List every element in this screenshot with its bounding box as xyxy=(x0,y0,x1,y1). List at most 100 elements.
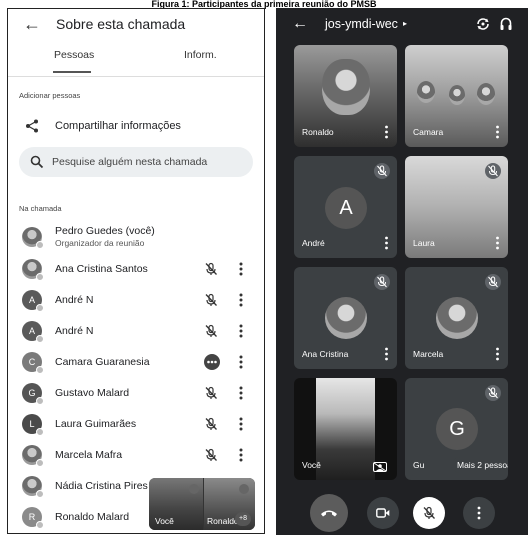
tile-name: Marcela xyxy=(413,349,444,359)
more-vert-icon[interactable] xyxy=(495,347,500,361)
avatar: A xyxy=(22,290,44,312)
visual-effects-icon[interactable] xyxy=(373,462,387,472)
status-dot xyxy=(36,304,44,312)
mini-call-preview[interactable]: Você Ronaldo +8 xyxy=(149,478,255,530)
avatar xyxy=(325,297,367,339)
participant-name: Ronaldo Malard xyxy=(55,511,130,523)
avatar xyxy=(22,476,44,498)
self-view-tile[interactable]: Você xyxy=(294,378,397,480)
mic-off-icon[interactable] xyxy=(204,417,218,431)
back-arrow-icon[interactable]: ← xyxy=(292,15,308,33)
share-info-label: Compartilhar informações xyxy=(55,120,181,132)
mic-off-icon[interactable] xyxy=(204,293,218,307)
share-icon xyxy=(26,119,38,133)
more-vert-icon[interactable] xyxy=(384,125,389,139)
avatar: A xyxy=(22,321,44,343)
call-controls xyxy=(276,490,528,534)
switch-camera-icon[interactable] xyxy=(476,17,490,31)
status-dot xyxy=(36,335,44,343)
avatar xyxy=(436,297,478,339)
microphone-toggle-button[interactable] xyxy=(413,497,445,529)
participant-row[interactable]: Marcela Mafra xyxy=(8,441,264,469)
more-vert-icon[interactable] xyxy=(238,323,244,339)
more-vert-icon[interactable] xyxy=(238,447,244,463)
mic-off-icon[interactable] xyxy=(204,262,218,276)
self-camera-feed xyxy=(316,378,375,480)
participant-row[interactable]: A André N xyxy=(8,317,264,345)
more-vert-icon[interactable] xyxy=(384,347,389,361)
participant-row[interactable]: G Gustavo Malard xyxy=(8,379,264,407)
participant-tile-marcela[interactable]: Marcela xyxy=(405,267,508,369)
participant-tile-laura[interactable]: Laura xyxy=(405,156,508,258)
participant-row[interactable]: Ana Cristina Santos xyxy=(8,255,264,283)
meeting-view: ← jos-ymdi-wec ▸ Ronaldo Camara A André xyxy=(276,8,528,535)
status-dot xyxy=(36,397,44,405)
in-call-heading: Na chamada xyxy=(19,204,62,213)
status-dot xyxy=(36,490,44,498)
more-people-button[interactable]: Mais 2 pessoas xyxy=(452,457,508,473)
status-dot xyxy=(36,521,44,529)
tile-name: Ana Cristina xyxy=(302,349,349,359)
avatar-letter: A xyxy=(325,187,367,229)
meeting-code[interactable]: jos-ymdi-wec xyxy=(325,17,398,31)
status-dot xyxy=(36,366,44,374)
participant-tile-ana-cristina[interactable]: Ana Cristina xyxy=(294,267,397,369)
more-options-button[interactable] xyxy=(463,497,495,529)
more-vert-icon[interactable] xyxy=(238,354,244,370)
participant-row[interactable]: A André N xyxy=(8,286,264,314)
tile-name: Você xyxy=(302,460,321,470)
more-vert-icon[interactable] xyxy=(238,292,244,308)
participant-tile-andre[interactable]: A André xyxy=(294,156,397,258)
audio-output-icon[interactable] xyxy=(500,17,512,31)
extra-participants-badge: +8 xyxy=(235,512,251,526)
tab-people[interactable]: Pessoas xyxy=(54,49,94,61)
more-vert-icon[interactable] xyxy=(238,261,244,277)
search-box xyxy=(19,147,253,177)
mic-off-icon xyxy=(189,484,199,494)
more-vert-icon[interactable] xyxy=(238,416,244,432)
mic-off-icon xyxy=(374,163,390,179)
participant-name: Nádia Cristina Pires xyxy=(55,480,148,492)
more-vert-icon[interactable] xyxy=(384,236,389,250)
participant-tile-camara[interactable]: Camara xyxy=(405,45,508,147)
tab-bar: Pessoas Inform. xyxy=(8,47,264,77)
video-feed xyxy=(322,59,370,115)
tile-name: Gu xyxy=(413,460,425,470)
participant-name: Pedro Guedes (você) xyxy=(55,225,155,237)
more-vert-icon[interactable] xyxy=(495,125,500,139)
participant-row[interactable]: C Camara Guaranesia xyxy=(8,348,264,376)
more-vert-icon xyxy=(477,506,481,520)
tab-info[interactable]: Inform. xyxy=(184,49,217,61)
video-camera-icon xyxy=(376,508,390,518)
participant-row[interactable]: L Laura Guimarães xyxy=(8,410,264,438)
participant-name: André N xyxy=(55,294,94,306)
back-arrow-icon[interactable]: ← xyxy=(23,14,41,34)
tile-name: Laura xyxy=(413,238,435,248)
tile-name: Ronaldo xyxy=(302,127,334,137)
mic-off-icon[interactable] xyxy=(204,386,218,400)
video-feed xyxy=(417,81,435,103)
mic-off-icon xyxy=(374,274,390,290)
participant-row[interactable]: Pedro Guedes (você) Organizador da reuni… xyxy=(8,223,264,251)
avatar xyxy=(22,259,44,281)
more-vert-icon[interactable] xyxy=(238,385,244,401)
camera-toggle-button[interactable] xyxy=(367,497,399,529)
mic-off-icon[interactable] xyxy=(204,448,218,462)
end-call-button[interactable] xyxy=(310,494,348,532)
call-details-panel: ← Sobre esta chamada Pessoas Inform. Adi… xyxy=(7,8,265,534)
search-icon xyxy=(30,155,44,169)
mic-off-icon[interactable] xyxy=(204,324,218,338)
mic-off-icon xyxy=(485,385,501,401)
tile-name: André xyxy=(302,238,325,248)
participant-tile-ronaldo[interactable]: Ronaldo xyxy=(294,45,397,147)
search-input[interactable] xyxy=(52,147,247,177)
avatar: L xyxy=(22,414,44,436)
share-info-button[interactable]: Compartilhar informações xyxy=(8,116,264,138)
status-dot xyxy=(36,459,44,467)
chevron-right-icon[interactable]: ▸ xyxy=(403,19,407,28)
avatar xyxy=(22,227,44,249)
avatar: C xyxy=(22,352,44,374)
more-vert-icon[interactable] xyxy=(495,236,500,250)
participant-tile-gustavo[interactable]: G Gu Mais 2 pessoas xyxy=(405,378,508,480)
participant-name: Ana Cristina Santos xyxy=(55,263,148,275)
